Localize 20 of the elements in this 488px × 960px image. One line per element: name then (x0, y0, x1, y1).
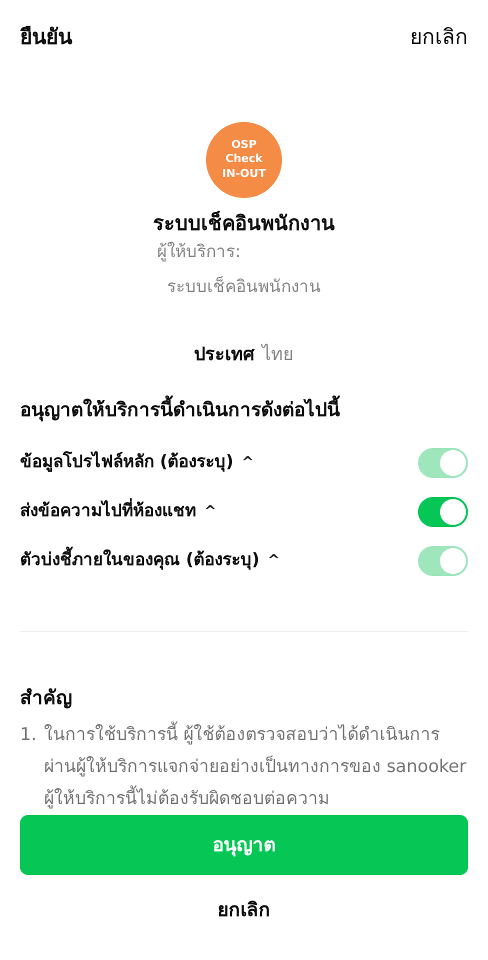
list-number: 1. (20, 724, 38, 746)
expand-toggle[interactable]: ^ (241, 451, 254, 474)
expand-toggle[interactable]: ^ (204, 500, 217, 523)
app-name: ระบบเช็คอินพนักงาน (153, 210, 335, 236)
cancel-button[interactable]: ยกเลิก (212, 895, 276, 926)
notice-text: ในการใช้บริการนี้ ผู้ใช้ต้องตรวจสอบว่าได้ดำเนินการผ่านผู้ให้บริการแจกจ่ายอย่างเป็นทางการของ sanooker ผู้ให้บริการนี้ไม่ต้องรับผิดชอบต่อความ (44, 718, 468, 814)
cancel-link[interactable]: ยกเลิก (410, 22, 468, 54)
country-value: ไทย (262, 342, 294, 366)
permission-label: ข้อมูลโปรไฟล์หลัก (ต้องระบุ) (20, 450, 234, 474)
app-logo: OSP Check IN-OUT (206, 122, 282, 198)
provider-label: ผู้ให้บริการ: (157, 240, 241, 264)
section-heading: อนุญาตให้บริการนี้ดำเนินการดังต่อไปนี้ (20, 396, 468, 424)
page-title: ยืนยัน (20, 24, 72, 51)
permission-switch[interactable] (418, 496, 468, 526)
provider-name: ระบบเช็คอินพนักงาน (167, 275, 321, 299)
country-label: ประเทศ (194, 342, 254, 366)
permission-label: ส่งข้อความไปที่ห้องแชท (20, 498, 196, 524)
section-heading: สำคัญ (20, 686, 73, 711)
expand-toggle[interactable]: ^ (267, 549, 280, 572)
permission-label: ตัวบ่งชี้ภายในของคุณ (ต้องระบุ) (20, 548, 260, 574)
